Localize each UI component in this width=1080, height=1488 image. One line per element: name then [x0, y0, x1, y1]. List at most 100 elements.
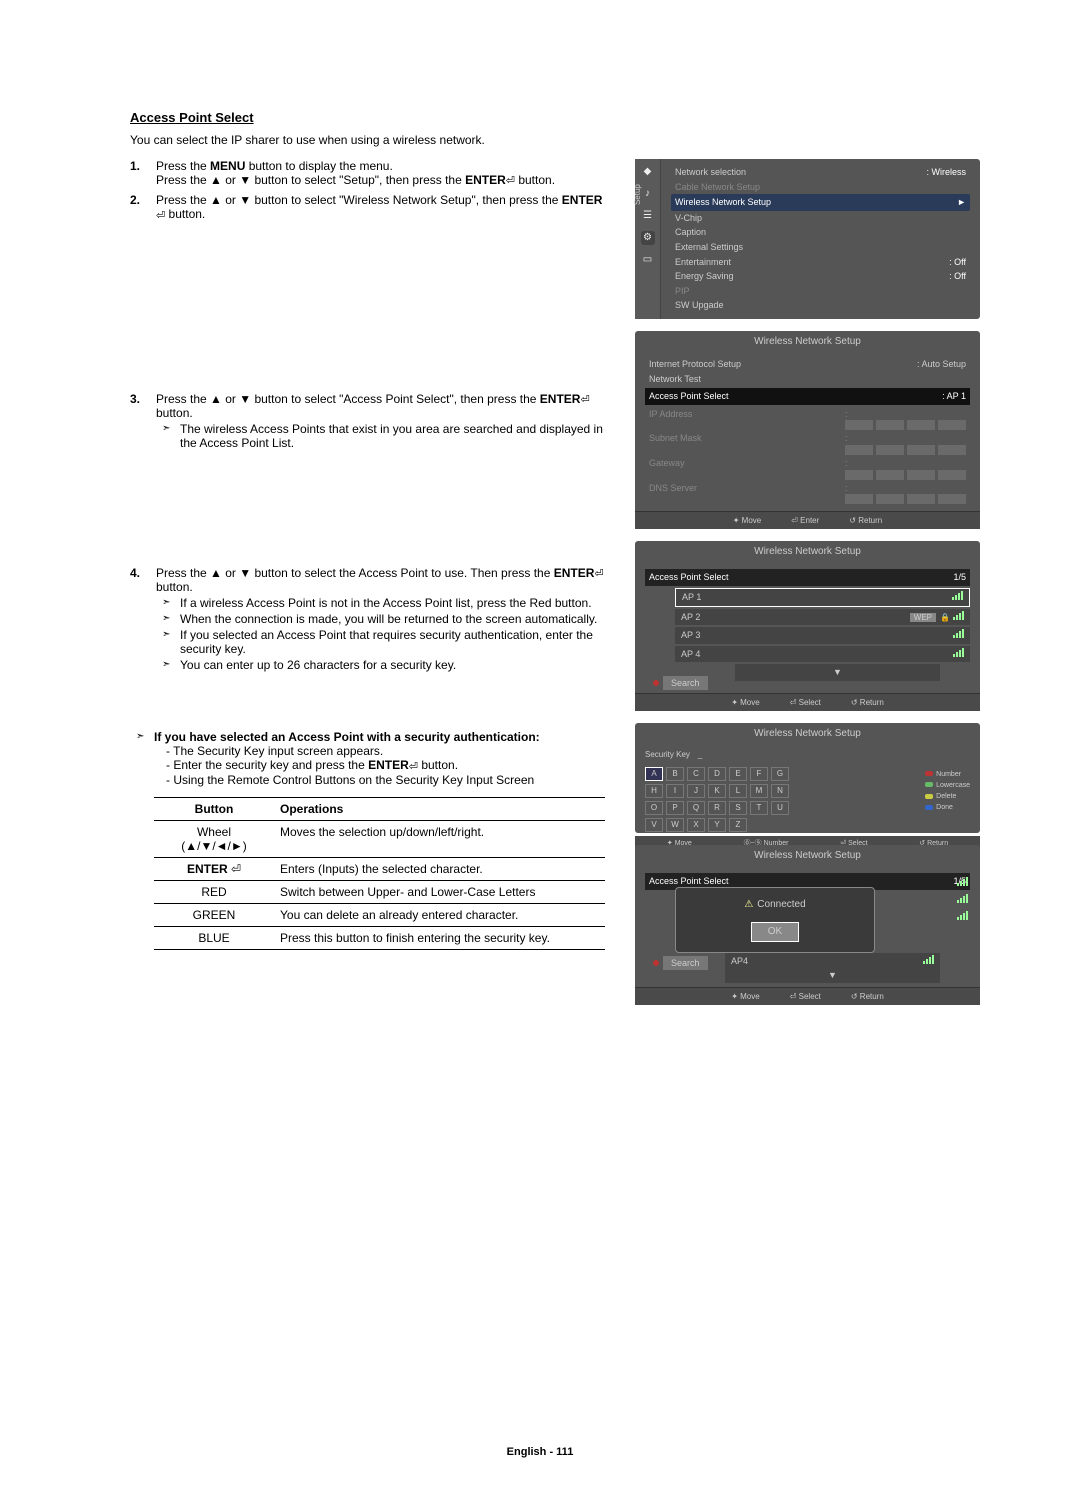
step-number: 3.	[130, 392, 156, 406]
keyboard-key[interactable]: H	[645, 784, 663, 798]
keyboard-key[interactable]: W	[666, 818, 684, 832]
keyboard-key[interactable]: F	[750, 767, 768, 781]
setup-icon: ⚙	[641, 231, 655, 245]
text: Press the ▲ or ▼ button to select "Setup…	[156, 173, 465, 187]
keyboard-key[interactable]: Y	[708, 818, 726, 832]
nav-hint-return: ↺ Return	[851, 697, 884, 708]
keyboard-key[interactable]: L	[729, 784, 747, 798]
keyboard-key[interactable]: R	[708, 801, 726, 815]
auth-line: - The Security Key input screen appears.	[154, 744, 605, 758]
keyboard-key[interactable]: M	[750, 784, 768, 798]
red-dot-icon	[653, 960, 659, 966]
keyboard-key[interactable]: N	[771, 784, 789, 798]
operation-cell: You can delete an already entered charac…	[274, 903, 605, 926]
osd-menu-item[interactable]: V-Chip	[671, 211, 970, 226]
table-row: Wheel(▲/▼/◄/►)Moves the selection up/dow…	[154, 820, 605, 857]
operation-cell: Enters (Inputs) the selected character.	[274, 857, 605, 880]
keyboard-key[interactable]: Z	[729, 818, 747, 832]
ap-list-item[interactable]: AP 4	[675, 646, 970, 663]
channel-icon: ☰	[641, 209, 655, 223]
enter-word: ENTER	[540, 392, 581, 406]
onscreen-keyboard[interactable]: ABCDEFG HIJKLMN OPQRSTU VWXYZ	[635, 763, 789, 836]
enter-icon: ⏎	[580, 393, 589, 406]
keyboard-legend: NumberLowercaseDeleteDone	[925, 763, 980, 814]
osd-title: Wireless Network Setup	[635, 541, 980, 563]
osd-setup-items: Network selection: WirelessCable Network…	[661, 159, 980, 319]
osd-menu-item[interactable]: External Settings	[671, 240, 970, 255]
ap-list-item[interactable]: AP 1	[675, 588, 970, 607]
text: button.	[165, 207, 205, 221]
osd-setup-menu: ◆ ♪ ☰ ⚙ ▭ Network selection: WirelessCab…	[635, 159, 980, 319]
nav-hint-select: ⏎ Select	[790, 991, 821, 1002]
osd-menu-item[interactable]: Network selection: Wireless	[671, 165, 970, 180]
table-row: GREENYou can delete an already entered c…	[154, 903, 605, 926]
enter-icon: ⏎	[594, 567, 603, 580]
enter-word: ENTER	[465, 173, 506, 187]
legend-item: Number	[925, 769, 970, 780]
keyboard-key[interactable]: D	[708, 767, 726, 781]
osd-ap-list: Wireless Network Setup Access Point Sele…	[635, 541, 980, 711]
keyboard-key[interactable]: X	[687, 818, 705, 832]
nav-hint-return: ↺ Return	[851, 991, 884, 1002]
intro-text: You can select the IP sharer to use when…	[130, 133, 980, 147]
table-row: REDSwitch between Upper- and Lower-Case …	[154, 880, 605, 903]
keyboard-key[interactable]: B	[666, 767, 684, 781]
osd-wireless-setup: Wireless Network Setup Internet Protocol…	[635, 331, 980, 529]
table-row: BLUEPress this button to finish entering…	[154, 926, 605, 949]
nav-hint-return: ↺ Return	[849, 515, 882, 526]
keyboard-key[interactable]: E	[729, 767, 747, 781]
scroll-down-icon[interactable]: ▼	[735, 664, 940, 681]
warning-icon: ⚠	[744, 899, 753, 910]
osd-menu-item[interactable]: Caption	[671, 225, 970, 240]
nav-hint-enter: ⏎ Enter	[791, 515, 819, 526]
step-number: 2.	[130, 193, 156, 207]
search-button[interactable]: Search	[663, 676, 708, 690]
ap-select-label: Access Point Select	[649, 571, 729, 584]
sub-note: If a wireless Access Point is not in the…	[156, 596, 605, 610]
keyboard-key[interactable]: O	[645, 801, 663, 815]
keyboard-key[interactable]: K	[708, 784, 726, 798]
osd-menu-item: Cable Network Setup	[671, 180, 970, 195]
enter-icon: ⏎	[506, 174, 515, 187]
nav-hint-move: ✦ Move	[731, 991, 760, 1002]
ap-list-item[interactable]: AP 2WEP🔒	[675, 609, 970, 626]
sub-note: When the connection is made, you will be…	[156, 612, 605, 626]
text: Press the ▲ or ▼ button to select "Wirel…	[156, 193, 562, 207]
keyboard-key[interactable]: G	[771, 767, 789, 781]
auth-line: - Enter the security key and press the E…	[154, 758, 605, 772]
text: Press the ▲ or ▼ button to select the Ac…	[156, 566, 554, 580]
keyboard-key[interactable]: Q	[687, 801, 705, 815]
osd-highlight-row[interactable]: Access Point Select: AP 1	[645, 388, 970, 405]
nav-hint-select: ⏎ Select	[790, 697, 821, 708]
text: button to display the menu.	[245, 159, 392, 173]
osd-menu-item[interactable]: Energy Saving: Off	[671, 269, 970, 284]
osd-menu-item[interactable]: SW Upgade	[671, 298, 970, 313]
button-cell: BLUE	[154, 926, 274, 949]
keyboard-key[interactable]: U	[771, 801, 789, 815]
osd-menu-item-disabled: IP Address:	[645, 407, 970, 432]
keyboard-key[interactable]: I	[666, 784, 684, 798]
ap-list-item[interactable]: AP 3	[675, 627, 970, 644]
keyboard-key[interactable]: V	[645, 818, 663, 832]
keyboard-key[interactable]: T	[750, 801, 768, 815]
osd-title: Wireless Network Setup	[635, 723, 980, 745]
signal-icon	[957, 911, 968, 920]
section-title: Access Point Select	[130, 110, 980, 125]
sound-icon: ♪	[641, 187, 655, 201]
keyboard-key[interactable]: C	[687, 767, 705, 781]
keyboard-key[interactable]: S	[729, 801, 747, 815]
osd-menu-item[interactable]: Entertainment: Off	[671, 255, 970, 270]
search-button[interactable]: Search	[663, 956, 708, 970]
ap-counter: 1/5	[953, 571, 966, 584]
osd-menu-item[interactable]: Internet Protocol Setup: Auto Setup	[645, 357, 970, 372]
enter-icon: ⏎	[409, 760, 418, 773]
osd-menu-item[interactable]: Wireless Network Setup►	[671, 194, 970, 211]
scroll-down-icon[interactable]: ▼	[725, 967, 940, 984]
keyboard-key[interactable]: P	[666, 801, 684, 815]
keyboard-key[interactable]: J	[687, 784, 705, 798]
nav-hint-move: ✦ Move	[733, 515, 762, 526]
keyboard-key[interactable]: A	[645, 767, 663, 781]
osd-menu-item-disabled: Gateway:	[645, 456, 970, 481]
ok-button[interactable]: OK	[751, 922, 799, 942]
osd-menu-item[interactable]: Network Test	[645, 372, 970, 387]
